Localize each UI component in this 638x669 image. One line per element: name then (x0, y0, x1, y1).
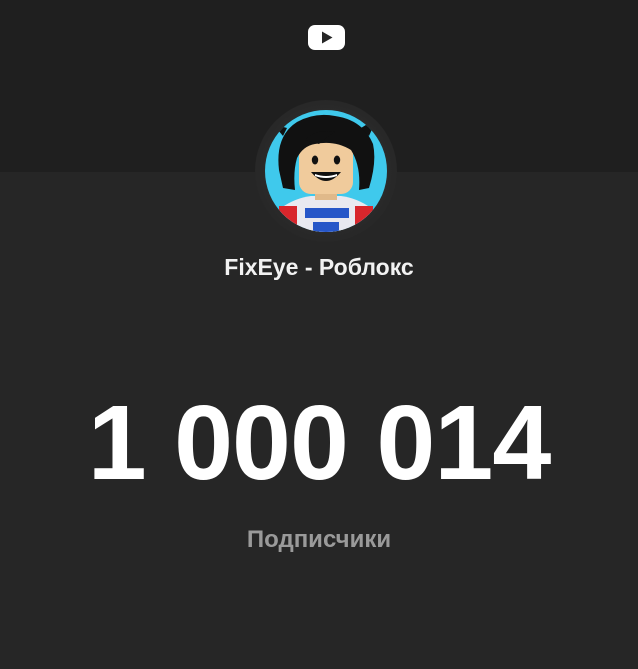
roblox-avatar-icon (265, 110, 387, 232)
subscriber-label: Подписчики (246, 526, 392, 553)
channel-avatar[interactable] (265, 110, 387, 232)
channel-name[interactable]: FixEye - Роблокс (0, 254, 638, 281)
youtube-icon[interactable] (308, 25, 345, 50)
subscriber-count: 1 000 014 (87, 384, 552, 502)
